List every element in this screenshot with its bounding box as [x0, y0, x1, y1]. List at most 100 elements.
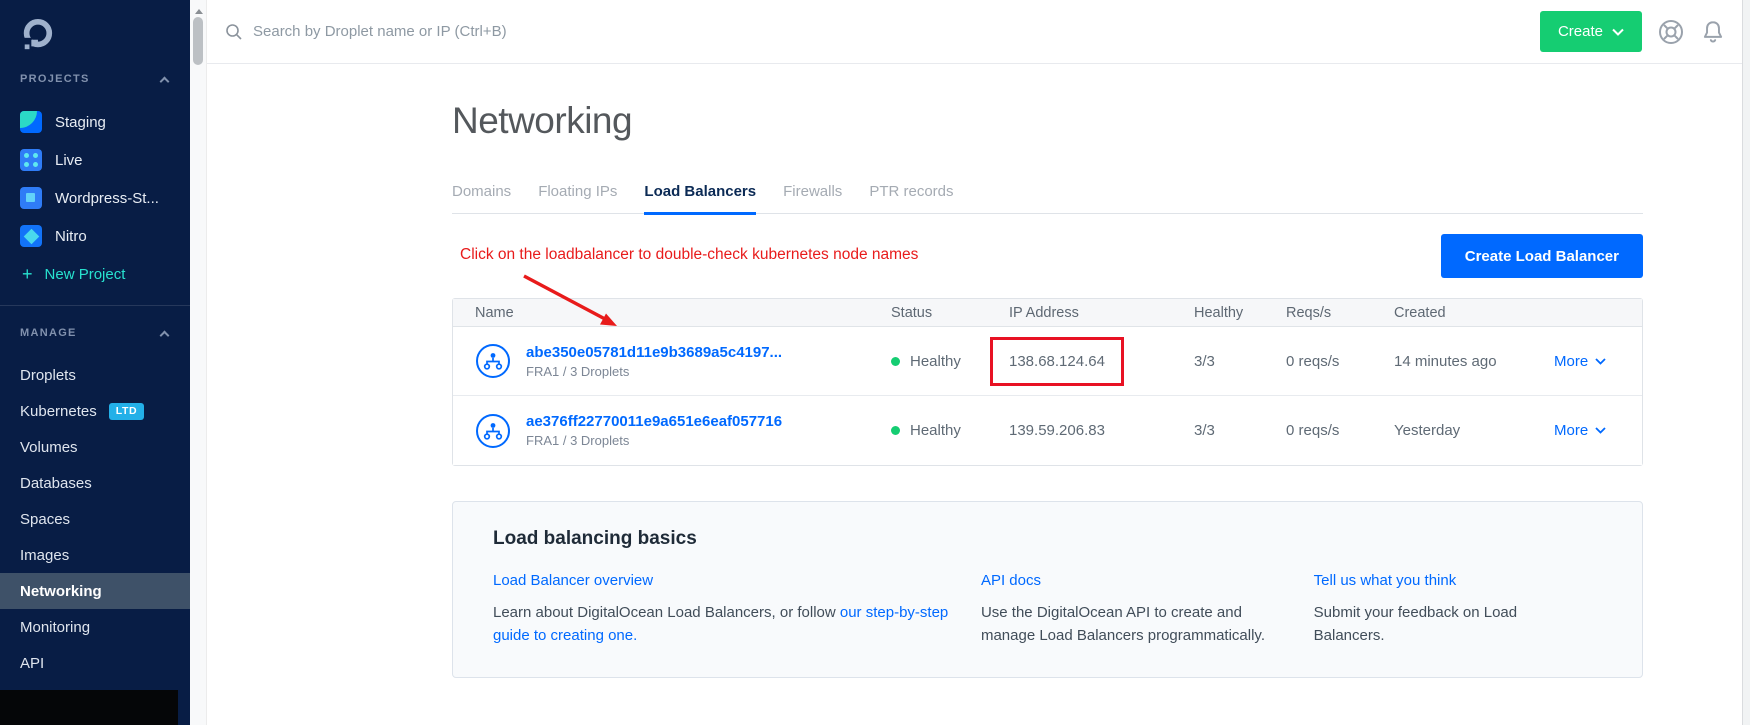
sidebar-manage-item[interactable]: Volumes: [0, 429, 190, 465]
sidebar-project-item[interactable]: Live: [0, 141, 190, 179]
main-area: Create Networking Domains Floating IPs: [207, 0, 1742, 725]
search-bar[interactable]: [225, 23, 1540, 41]
project-label: Live: [55, 152, 83, 169]
bottom-black-strip: [0, 690, 178, 725]
chevron-up-icon: [160, 76, 170, 86]
load-balancer-region-droplets: FRA1 / 3 Droplets: [526, 433, 782, 448]
sidebar-project-item[interactable]: Staging: [0, 103, 190, 141]
api-docs-text: Use the DigitalOcean API to create and m…: [981, 602, 1284, 647]
sidebar-manage-item[interactable]: Spaces: [0, 501, 190, 537]
create-load-balancer-button[interactable]: Create Load Balancer: [1441, 234, 1643, 278]
manage-section-header[interactable]: MANAGE: [0, 327, 190, 339]
search-input[interactable]: [253, 23, 673, 40]
notifications-bell-icon[interactable]: [1700, 19, 1726, 45]
manage-item-label: Images: [20, 547, 69, 564]
feedback-link[interactable]: Tell us what you think: [1314, 572, 1457, 589]
table-body: abe350e05781d11e9b3689a5c4197... FRA1 / …: [453, 327, 1642, 465]
load-balancer-name-link[interactable]: ae376ff22770011e9a651e6eaf057716: [526, 413, 782, 430]
manage-item-label: Monitoring: [20, 619, 90, 636]
scrollbar-thumb[interactable]: [193, 17, 203, 65]
column-header-created: Created: [1394, 305, 1554, 321]
manage-item-label: Spaces: [20, 511, 70, 528]
project-icon: [20, 149, 42, 171]
load-balancer-overview-link[interactable]: Load Balancer overview: [493, 572, 653, 589]
status-text: Healthy: [910, 422, 961, 439]
manage-item-label: Networking: [20, 583, 102, 600]
more-dropdown[interactable]: More: [1554, 422, 1606, 439]
help-lifebuoy-icon[interactable]: [1657, 18, 1685, 46]
sidebar-scrollbar[interactable]: [190, 0, 207, 725]
load-balancer-icon: [475, 343, 511, 379]
load-balancer-icon: [475, 413, 511, 449]
create-button[interactable]: Create: [1540, 11, 1642, 52]
tab[interactable]: Domains: [452, 183, 511, 213]
sidebar-manage-item[interactable]: Networking: [0, 573, 190, 609]
basics-column-overview: Load Balancer overview Learn about Digit…: [493, 572, 981, 647]
manage-header-label: MANAGE: [20, 327, 77, 339]
project-icon: [20, 187, 42, 209]
more-label: More: [1554, 353, 1588, 370]
manage-item-label: Droplets: [20, 367, 76, 384]
sidebar-manage-item[interactable]: Droplets: [0, 357, 190, 393]
sidebar-manage-item[interactable]: API: [0, 645, 190, 681]
tab[interactable]: Floating IPs: [538, 183, 617, 213]
column-header-healthy: Healthy: [1194, 305, 1286, 321]
healthy-count: 3/3: [1194, 353, 1286, 370]
page-scrollbar[interactable]: [1742, 0, 1750, 725]
sidebar-manage-item[interactable]: Kubernetes LTD: [0, 393, 190, 429]
basics-title: Load balancing basics: [493, 528, 1602, 550]
load-balancers-table: Name Status IP Address Healthy Reqs/s Cr…: [452, 298, 1643, 466]
page-title: Networking: [452, 100, 1643, 142]
status-text: Healthy: [910, 353, 961, 370]
new-project-button[interactable]: + New Project: [0, 255, 190, 293]
scroll-up-arrow-icon[interactable]: [195, 5, 203, 14]
projects-section-header[interactable]: PROJECTS: [0, 73, 190, 85]
overview-text: Learn about DigitalOcean Load Balancers,…: [493, 604, 840, 621]
load-balancer-row[interactable]: abe350e05781d11e9b3689a5c4197... FRA1 / …: [453, 327, 1642, 396]
healthy-status-dot: [891, 426, 900, 435]
requests-per-second: 0 reqs/s: [1286, 422, 1394, 439]
api-docs-link[interactable]: API docs: [981, 572, 1041, 589]
sidebar-project-item[interactable]: Wordpress-St...: [0, 179, 190, 217]
project-icon: [20, 225, 42, 247]
digitalocean-logo[interactable]: [20, 18, 54, 52]
project-label: Staging: [55, 114, 106, 131]
healthy-count: 3/3: [1194, 422, 1286, 439]
feedback-text: Submit your feedback on Load Balancers.: [1314, 602, 1572, 647]
project-label: Nitro: [55, 228, 87, 245]
basics-column-feedback: Tell us what you think Submit your feedb…: [1314, 572, 1602, 647]
sidebar-manage-item[interactable]: Images: [0, 537, 190, 573]
ip-address-value: 138.68.124.64: [990, 337, 1124, 386]
sidebar: PROJECTS Staging Live Wordpress-St... Ni…: [0, 0, 190, 725]
manage-item-label: Databases: [20, 475, 92, 492]
red-annotation-arrow: [518, 272, 628, 334]
column-header-reqs: Reqs/s: [1286, 305, 1394, 321]
more-dropdown[interactable]: More: [1554, 353, 1606, 370]
networking-page: Networking Domains Floating IPs Load Bal…: [452, 100, 1643, 678]
tab[interactable]: PTR records: [869, 183, 953, 213]
requests-per-second: 0 reqs/s: [1286, 353, 1394, 370]
load-balancer-name-link[interactable]: abe350e05781d11e9b3689a5c4197...: [526, 344, 782, 361]
table-header-row: Name Status IP Address Healthy Reqs/s Cr…: [453, 299, 1642, 327]
load-balancer-row[interactable]: ae376ff22770011e9a651e6eaf057716 FRA1 / …: [453, 396, 1642, 465]
manage-item-label: Volumes: [20, 439, 78, 456]
created-time: 14 minutes ago: [1394, 353, 1554, 370]
sidebar-project-item[interactable]: Nitro: [0, 217, 190, 255]
top-bar: Create: [207, 0, 1742, 64]
created-time: Yesterday: [1394, 422, 1554, 439]
chevron-down-icon: [1612, 28, 1624, 36]
sidebar-manage-item[interactable]: Monitoring: [0, 609, 190, 645]
ltd-badge: LTD: [109, 403, 144, 420]
sidebar-manage-item[interactable]: Databases: [0, 465, 190, 501]
tab[interactable]: Firewalls: [783, 183, 842, 213]
project-icon: [20, 111, 42, 133]
sidebar-divider: [0, 305, 190, 306]
chevron-down-icon: [1595, 427, 1606, 434]
project-label: Wordpress-St...: [55, 190, 159, 207]
manage-list: Droplets Kubernetes LTD Volumes Database…: [0, 357, 190, 681]
toolbar-row: Click on the loadbalancer to double-chec…: [452, 214, 1643, 298]
more-label: More: [1554, 422, 1588, 439]
red-annotation-text: Click on the loadbalancer to double-chec…: [460, 246, 918, 264]
new-project-label: New Project: [45, 266, 126, 283]
tab[interactable]: Load Balancers: [644, 183, 756, 213]
